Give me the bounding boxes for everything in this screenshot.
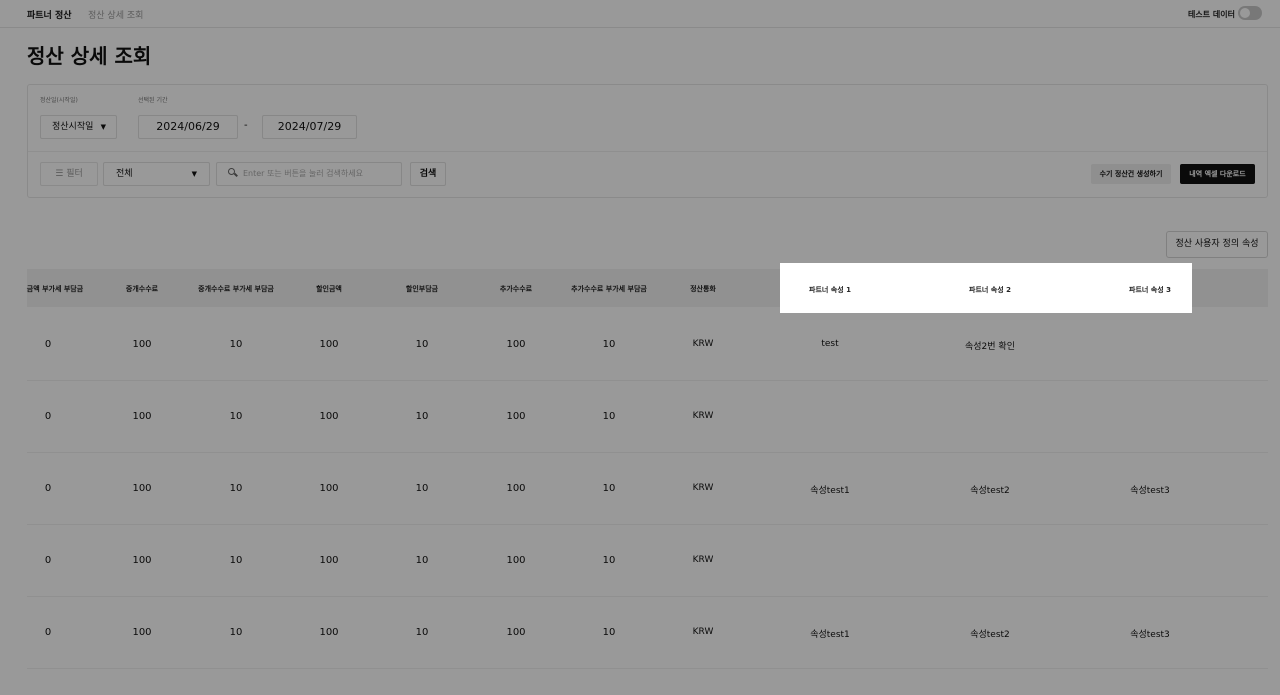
cell-partner-attr-3: 속성test3 — [1130, 486, 1170, 496]
cell: 100 — [506, 555, 526, 566]
col-header-brokerage-vat[interactable]: 중개수수료 부가세 부담금 — [198, 284, 274, 294]
cell: 100 — [506, 483, 526, 494]
scope-select-value: 전체 — [116, 169, 133, 179]
cell: 10 — [415, 339, 429, 350]
filter-button-label: 필터 — [66, 169, 83, 179]
date-to-input[interactable]: 2024/07/29 — [262, 115, 357, 139]
cell: 100 — [319, 339, 339, 350]
cell: 10 — [415, 411, 429, 422]
test-data-label: 테스트 데이터 — [1188, 10, 1235, 19]
cell: 10 — [229, 411, 243, 422]
cell-partner-attr-2: 속성test2 — [970, 630, 1010, 640]
test-data-toggle[interactable] — [1238, 6, 1262, 20]
cell: 100 — [319, 555, 339, 566]
cell: 100 — [132, 555, 152, 566]
row-divider — [27, 668, 1268, 669]
col-header-currency[interactable]: 정산통화 — [690, 284, 716, 294]
col-header-partner-attr-2[interactable]: 파트너 속성 2 — [969, 285, 1011, 295]
cell-partner-attr-1: 속성test1 — [810, 486, 850, 496]
cell: 100 — [506, 339, 526, 350]
cell: 10 — [602, 627, 616, 638]
cell: 100 — [506, 627, 526, 638]
cell: 10 — [415, 483, 429, 494]
col-header-extra-fee-vat[interactable]: 추가수수료 부가세 부담금 — [571, 284, 647, 294]
row-divider — [27, 596, 1268, 597]
cell: 0 — [44, 339, 52, 350]
cell: 100 — [319, 483, 339, 494]
cell-currency: KRW — [692, 339, 714, 349]
cell-currency: KRW — [692, 627, 714, 637]
row-divider — [27, 524, 1268, 525]
cell-partner-attr-3: 속성test3 — [1130, 630, 1170, 640]
col-header-partner-attr-1[interactable]: 파트너 속성 1 — [809, 285, 851, 295]
start-date-select-value: 정산시작일 — [52, 122, 94, 132]
cell: 10 — [602, 411, 616, 422]
excel-download-button[interactable]: 내역 엑셀 다운로드 — [1180, 164, 1255, 184]
range-label: 선택된 기간 — [138, 97, 168, 104]
cell: 100 — [132, 627, 152, 638]
cell: 10 — [415, 627, 429, 638]
col-header-amount-vat[interactable]: 금액 부가세 부담금 — [27, 284, 83, 294]
cell-currency: KRW — [692, 411, 714, 421]
cell: 10 — [415, 555, 429, 566]
cell: 100 — [132, 411, 152, 422]
cell: 100 — [132, 339, 152, 350]
search-button[interactable]: 검색 — [410, 162, 446, 186]
manual-settlement-button[interactable]: 수기 정산건 생성하기 — [1091, 164, 1171, 184]
row-divider — [27, 380, 1268, 381]
cell: 10 — [229, 555, 243, 566]
cell-currency: KRW — [692, 483, 714, 493]
cell: 10 — [602, 339, 616, 350]
card-divider — [28, 151, 1267, 152]
cell: 10 — [229, 627, 243, 638]
col-header-partner-attr-3[interactable]: 파트너 속성 3 — [1129, 285, 1171, 295]
top-bar — [0, 0, 1280, 28]
custom-attribute-button[interactable]: 정산 사용자 정의 속성 — [1166, 231, 1268, 258]
toggle-knob — [1240, 8, 1250, 18]
col-header-extra-fee[interactable]: 추가수수료 — [500, 284, 532, 294]
breadcrumb-partner-settlement[interactable]: 파트너 정산 — [27, 8, 72, 21]
cell-partner-attr-2: 속성2번 확인 — [965, 342, 1015, 352]
filter-icon: ☰ — [55, 169, 64, 179]
caret-down-icon: ▼ — [100, 123, 106, 131]
caret-down-icon: ▼ — [191, 170, 197, 178]
date-separator: - — [244, 120, 248, 131]
filter-card — [27, 84, 1268, 198]
filter-button[interactable]: ☰ 필터 — [40, 162, 98, 186]
cell: 100 — [132, 483, 152, 494]
cell: 100 — [319, 627, 339, 638]
cell-partner-attr-1: 속성test1 — [810, 630, 850, 640]
cell: 0 — [44, 555, 52, 566]
cell-currency: KRW — [692, 555, 714, 565]
cell: 0 — [44, 627, 52, 638]
cell: 10 — [229, 339, 243, 350]
cell: 0 — [44, 483, 52, 494]
breadcrumb-settlement-detail[interactable]: 정산 상세 조회 — [88, 8, 143, 21]
cell: 100 — [319, 411, 339, 422]
row-divider — [27, 452, 1268, 453]
page-title: 정산 상세 조회 — [27, 44, 152, 68]
cell: 100 — [506, 411, 526, 422]
start-date-select[interactable]: 정산시작일 ▼ — [40, 115, 117, 139]
col-header-discount-amount[interactable]: 할인금액 — [316, 284, 342, 294]
col-header-discount-burden[interactable]: 할인부담금 — [406, 284, 438, 294]
cell: 0 — [44, 411, 52, 422]
search-input[interactable]: Enter 또는 버튼을 눌러 검색하세요 — [216, 162, 402, 186]
date-from-input[interactable]: 2024/06/29 — [138, 115, 238, 139]
cell: 10 — [602, 483, 616, 494]
col-header-brokerage-fee[interactable]: 중개수수료 — [126, 284, 158, 294]
scope-select[interactable]: 전체 ▼ — [103, 162, 210, 186]
cell-partner-attr-1: test — [821, 339, 839, 349]
cell-partner-attr-2: 속성test2 — [970, 486, 1010, 496]
cell: 10 — [229, 483, 243, 494]
cell: 10 — [602, 555, 616, 566]
start-date-label: 정산일(시작일) — [40, 97, 78, 104]
